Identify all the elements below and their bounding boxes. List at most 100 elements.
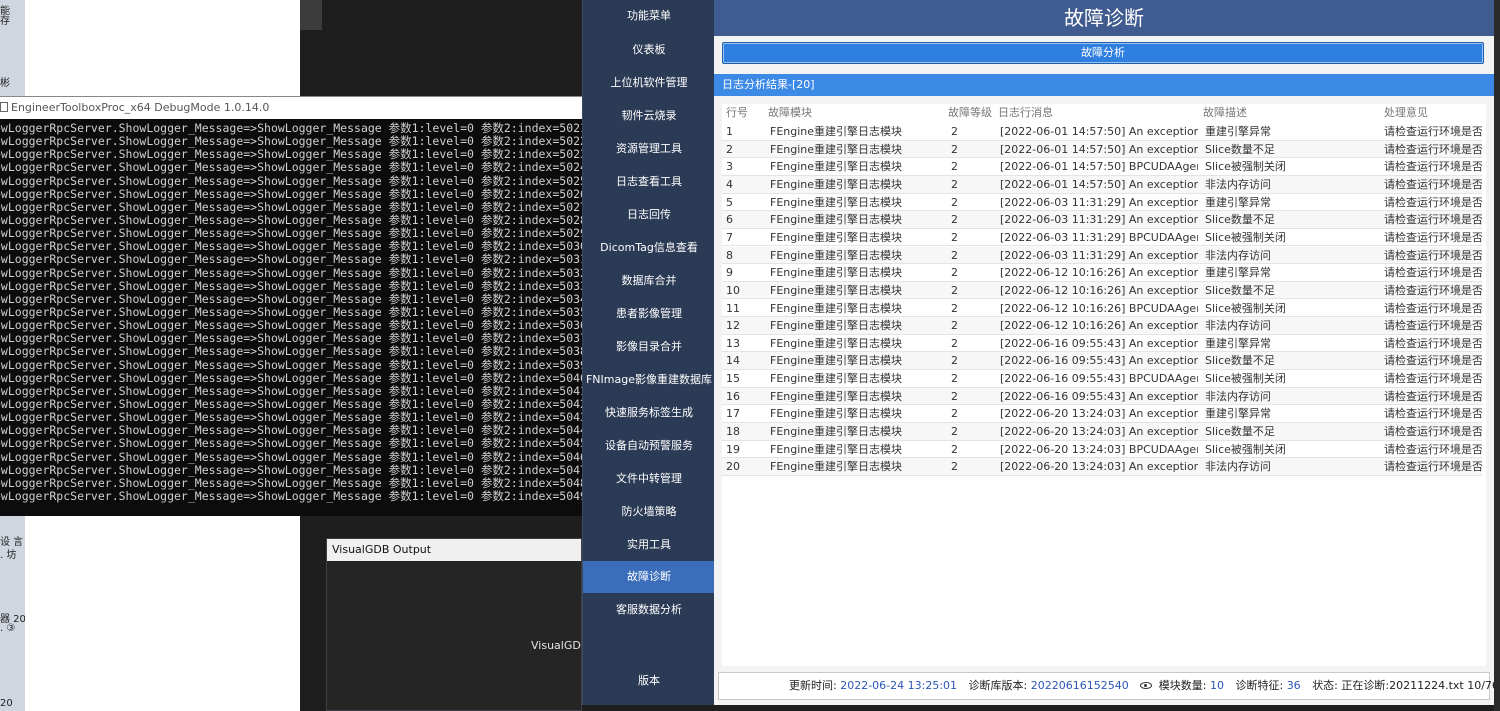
- sidebar-item-log-upload[interactable]: 日志回传: [583, 199, 715, 231]
- cell-module: FEngine重建引擎日志模块: [770, 319, 903, 333]
- cell-line: 9: [726, 266, 733, 280]
- table-row[interactable]: 10 FEngine重建引擎日志模块 2 [2022-06-12 10:16:26] …: [722, 281, 1482, 300]
- console-app-icon: [0, 102, 8, 112]
- table-row[interactable]: 4 FEngine重建引擎日志模块 2 [2022-06-01 14:57:50] A…: [722, 175, 1482, 194]
- cell-message: [2022-06-16 09:55:43] An exception is: [1000, 389, 1198, 403]
- console-line: owLoggerRpcServer.ShowLogger_Message=>Sh…: [0, 240, 582, 254]
- sidebar-item-patient-image[interactable]: 患者影像管理: [583, 298, 715, 330]
- sidebar-item-dicom-tag[interactable]: DicomTag信息查看: [583, 232, 715, 264]
- eye-icon[interactable]: [1140, 682, 1153, 689]
- sidebar-item-firewall[interactable]: 防火墙策略: [583, 496, 715, 528]
- table-row[interactable]: 15 FEngine重建引擎日志模块 2 [2022-06-16 09:55:43] …: [722, 370, 1482, 388]
- visualgdb-label: VisualGDB: [531, 639, 589, 652]
- sidebar-item-version[interactable]: 版本: [583, 665, 715, 697]
- sidebar-item-menu[interactable]: 功能菜单: [583, 0, 715, 32]
- column-header-level[interactable]: 故障等级: [948, 104, 994, 122]
- cell-level: 2: [951, 354, 958, 368]
- sidebar-item-fnimage-db[interactable]: FNImage影像重建数据库: [583, 364, 715, 396]
- sidebar-item-cs-analysis[interactable]: 客服数据分析: [583, 594, 715, 626]
- sidebar-item-dashboard[interactable]: 仪表板: [583, 34, 715, 66]
- table-row[interactable]: 18 FEngine重建引擎日志模块 2 [2022-06-20 13:24:03] …: [722, 423, 1482, 441]
- sidebar-menu: 功能菜单 仪表板 上位机软件管理 韧件云烧录 资源管理工具 日志查看工具 日志回传 Dicom…: [582, 0, 715, 705]
- console-window[interactable]: EngineerToolboxProc_x64 DebugMode 1.0.14…: [0, 96, 582, 516]
- table-row[interactable]: 13 FEngine重建引擎日志模块 2 [2022-06-16 09:55:43] …: [722, 335, 1482, 353]
- table-row[interactable]: 20 FEngine重建引擎日志模块 2 [2022-06-20 13:24:03] …: [722, 458, 1482, 476]
- table-row[interactable]: 12 FEngine重建引擎日志模块 2 [2022-06-12 10:16:26] …: [722, 317, 1482, 335]
- column-header-message[interactable]: 日志行消息: [998, 104, 1198, 122]
- table-row[interactable]: 9 FEngine重建引擎日志模块 2 [2022-06-12 10:16:26] A…: [722, 264, 1482, 282]
- console-line: owLoggerRpcServer.ShowLogger_Message=>Sh…: [0, 424, 582, 438]
- cell-message: [2022-06-03 11:31:29] An exception is: [1000, 195, 1198, 209]
- sidebar-item-file-transfer[interactable]: 文件中转管理: [583, 463, 715, 495]
- cell-level: 2: [951, 336, 958, 350]
- sidebar-item-resource-tool[interactable]: 资源管理工具: [583, 133, 715, 165]
- update-time-label: 更新时间:: [789, 679, 837, 692]
- cell-level: 2: [951, 248, 958, 262]
- cell-module: FEngine重建引擎日志模块: [770, 336, 903, 350]
- sidebar-item-fault-diagnosis[interactable]: 故障诊断: [583, 561, 715, 593]
- sidebar-item-service-label[interactable]: 快速服务标签生成: [583, 397, 715, 429]
- update-time-value: 2022-06-24 13:25:01: [840, 679, 958, 692]
- cell-description: Slice数量不足: [1205, 213, 1275, 227]
- table-row[interactable]: 8 FEngine重建引擎日志模块 2 [2022-06-03 11:31:29] A…: [722, 246, 1482, 265]
- cell-suggestion: 请检查运行环境是否: [1384, 266, 1482, 280]
- cell-module: FEngine重建引擎日志模块: [770, 195, 903, 209]
- desktop-icon-label[interactable]: . 坊: [0, 546, 25, 561]
- cell-description: 重建引擎异常: [1205, 336, 1271, 350]
- sidebar-item-log-viewer[interactable]: 日志查看工具: [583, 166, 715, 198]
- cell-description: Slice数量不足: [1205, 142, 1275, 156]
- cell-message: [2022-06-01 14:57:50] BPCUDAAgent:: [1000, 160, 1198, 174]
- table-row[interactable]: 2 FEngine重建引擎日志模块 2 [2022-06-01 14:57:50] A…: [722, 140, 1482, 159]
- cell-description: 非法内存访问: [1205, 177, 1271, 191]
- cell-level: 2: [951, 460, 958, 474]
- sidebar-item-utilities[interactable]: 实用工具: [583, 529, 715, 561]
- ide-side-tab[interactable]: [300, 0, 322, 30]
- console-titlebar[interactable]: EngineerToolboxProc_x64 DebugMode 1.0.14…: [0, 97, 582, 119]
- desktop-icon-label[interactable]: 20: [0, 698, 25, 709]
- console-line: owLoggerRpcServer.ShowLogger_Message=>Sh…: [0, 174, 582, 188]
- table-row[interactable]: 5 FEngine重建引擎日志模块 2 [2022-06-03 11:31:29] A…: [722, 194, 1482, 212]
- sidebar-item-host-software[interactable]: 上位机软件管理: [583, 67, 715, 99]
- table-row[interactable]: 7 FEngine重建引擎日志模块 2 [2022-06-03 11:31:29] B…: [722, 229, 1482, 247]
- console-line: owLoggerRpcServer.ShowLogger_Message=>Sh…: [0, 345, 582, 359]
- console-output: owLoggerRpcServer.ShowLogger_Message=>Sh…: [0, 119, 582, 503]
- sidebar-item-db-merge[interactable]: 数据库合并: [583, 265, 715, 297]
- cell-suggestion: 请检查运行环境是否: [1384, 301, 1482, 315]
- cell-line: 12: [726, 319, 740, 333]
- sidebar-item-firmware-burn[interactable]: 韧件云烧录: [583, 100, 715, 132]
- console-line: owLoggerRpcServer.ShowLogger_Message=>Sh…: [0, 161, 582, 175]
- column-header-suggestion[interactable]: 处理意见: [1384, 104, 1482, 122]
- table-row[interactable]: 6 FEngine重建引擎日志模块 2 [2022-06-03 11:31:29] A…: [722, 211, 1482, 229]
- cell-description: Slice数量不足: [1205, 354, 1275, 368]
- cell-description: 重建引擎异常: [1205, 266, 1271, 280]
- cell-description: Slice被强制关闭: [1205, 160, 1286, 174]
- visualgdb-output-panel[interactable]: VisualGDB Output VisualGDB: [326, 538, 588, 711]
- desktop-icon-label[interactable]: . ③: [0, 623, 25, 634]
- table-row[interactable]: 3 FEngine重建引擎日志模块 2 [2022-06-01 14:57:50] B…: [722, 158, 1482, 176]
- table-row[interactable]: 17 FEngine重建引擎日志模块 2 [2022-06-20 13:24:03] …: [722, 405, 1482, 423]
- sidebar-item-auto-warning[interactable]: 设备自动预警服务: [583, 430, 715, 462]
- table-row[interactable]: 19 FEngine重建引擎日志模块 2 [2022-06-20 13:24:03] …: [722, 441, 1482, 459]
- table-row[interactable]: 14 FEngine重建引擎日志模块 2 [2022-06-16 09:55:43] …: [722, 352, 1482, 371]
- cell-suggestion: 请检查运行环境是否: [1384, 125, 1482, 138]
- console-line: owLoggerRpcServer.ShowLogger_Message=>Sh…: [0, 148, 582, 162]
- table-row[interactable]: 1 FEngine重建引擎日志模块 2 [2022-06-01 14:57:50] A…: [722, 123, 1482, 141]
- analyze-button[interactable]: 故障分析: [722, 42, 1484, 64]
- sidebar-item-image-dir-merge[interactable]: 影像目录合并: [583, 331, 715, 363]
- cell-message: [2022-06-16 09:55:43] An exception is: [1000, 336, 1198, 350]
- table-row[interactable]: 11 FEngine重建引擎日志模块 2 [2022-06-12 10:16:26] …: [722, 300, 1482, 318]
- state-label: 状态:: [1312, 679, 1338, 692]
- table-row[interactable]: 16 FEngine重建引擎日志模块 2 [2022-06-16 09:55:43] …: [722, 387, 1482, 406]
- column-header-module[interactable]: 故障模块: [768, 104, 948, 122]
- console-line: owLoggerRpcServer.ShowLogger_Message=>Sh…: [0, 411, 582, 425]
- column-header-description[interactable]: 故障描述: [1203, 104, 1383, 122]
- cell-line: 11: [726, 301, 740, 315]
- cell-suggestion: 请检查运行环境是否: [1384, 442, 1482, 456]
- desktop-icon-label[interactable]: 彬: [0, 74, 25, 89]
- column-header-line[interactable]: 行号: [726, 104, 756, 122]
- cell-suggestion: 请检查运行环境是否: [1384, 389, 1482, 403]
- cell-line: 17: [726, 407, 740, 421]
- cell-suggestion: 请检查运行环境是否: [1384, 319, 1482, 333]
- cell-level: 2: [951, 177, 958, 191]
- desktop-icon-label[interactable]: 存: [0, 12, 25, 27]
